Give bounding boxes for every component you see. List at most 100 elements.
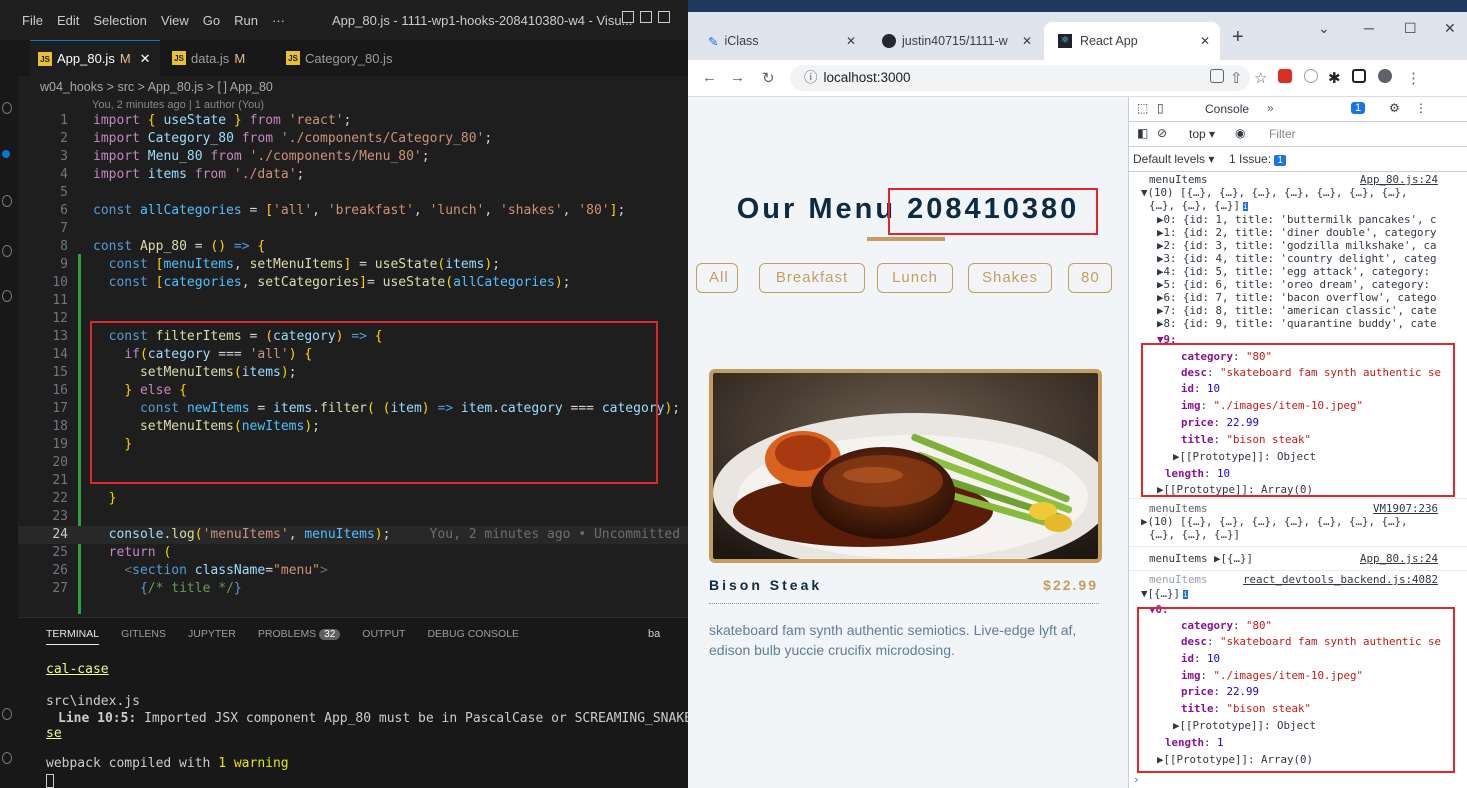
explorer-icon[interactable] bbox=[2, 102, 12, 114]
minimize-icon[interactable]: ─ bbox=[1364, 20, 1374, 36]
live-expression-eye-icon[interactable]: ◉ bbox=[1235, 126, 1245, 140]
chrome-menu-icon[interactable]: ⋮ bbox=[1406, 69, 1421, 87]
extension-circle-icon[interactable] bbox=[1304, 69, 1318, 83]
menu-go[interactable]: Go bbox=[203, 13, 220, 28]
settings-gear-icon[interactable]: ⚙ bbox=[1389, 101, 1400, 115]
filter-all-button[interactable]: All bbox=[696, 263, 738, 293]
tab-problems[interactable]: PROBLEMS 32 bbox=[258, 628, 341, 645]
close-icon[interactable]: ✕ bbox=[1022, 34, 1032, 48]
device-toolbar-icon[interactable]: ▯ bbox=[1157, 101, 1164, 115]
share-icon[interactable]: ⇧ bbox=[1230, 69, 1243, 87]
new-tab-icon[interactable]: + bbox=[1232, 26, 1244, 49]
console-row-1[interactable]: ▶1: {id: 2, title: 'diner double', categ… bbox=[1129, 226, 1467, 239]
console-row-2[interactable]: ▶2: {id: 3, title: 'godzilla milkshake',… bbox=[1129, 239, 1467, 252]
address-bar[interactable]: ⓘ localhost:3000 bbox=[790, 65, 1250, 91]
issues-count-badge[interactable]: 1 bbox=[1351, 102, 1366, 114]
profile-avatar-icon[interactable] bbox=[1378, 69, 1392, 83]
settings-gear-icon[interactable] bbox=[2, 752, 12, 764]
toggle-sidebar-icon[interactable] bbox=[622, 11, 634, 23]
tab-terminal[interactable]: TERMINAL bbox=[46, 628, 100, 645]
menu-view[interactable]: View bbox=[161, 13, 189, 28]
reload-icon[interactable]: ↻ bbox=[762, 69, 775, 87]
tab-app-80[interactable]: JS App_80.js M ✕ bbox=[30, 40, 160, 76]
close-icon[interactable]: ✕ bbox=[846, 34, 856, 48]
account-badge-icon[interactable] bbox=[2, 150, 10, 158]
tab-jupyter[interactable]: JUPYTER bbox=[188, 628, 236, 645]
console-log-entry[interactable]: menuItems App_80.js:24 bbox=[1129, 173, 1467, 186]
side-panel-icon[interactable] bbox=[1352, 69, 1366, 83]
source-link[interactable]: react_devtools_backend.js:4082 bbox=[1243, 573, 1438, 586]
layout-controls bbox=[622, 11, 670, 23]
forward-icon[interactable]: → bbox=[730, 69, 745, 86]
tab-search-icon[interactable]: ⌄ bbox=[1318, 20, 1330, 37]
console-row-5[interactable]: ▶5: {id: 6, title: 'oreo dream', categor… bbox=[1129, 278, 1467, 291]
console-log-entry[interactable]: menuItems react_devtools_backend.js:4082 bbox=[1129, 573, 1467, 586]
console-row-6[interactable]: ▶6: {id: 7, title: 'bacon overflow', cat… bbox=[1129, 291, 1467, 304]
source-link[interactable]: VM1907:236 bbox=[1373, 502, 1438, 515]
codelens-blame[interactable]: You, 2 minutes ago | 1 author (You) bbox=[92, 99, 264, 111]
toggle-secondary-icon[interactable] bbox=[658, 11, 670, 23]
menu-run[interactable]: Run bbox=[234, 13, 258, 28]
console-row-7[interactable]: ▶7: {id: 8, title: 'american classic', c… bbox=[1129, 304, 1467, 317]
sidebar-toggle-icon[interactable]: ◧ bbox=[1137, 126, 1148, 140]
context-selector[interactable]: top ▾ bbox=[1189, 127, 1215, 141]
js-file-icon: JS bbox=[286, 51, 300, 65]
translate-icon[interactable] bbox=[1210, 69, 1224, 83]
console-row-3[interactable]: ▶3: {id: 4, title: 'country delight', ca… bbox=[1129, 252, 1467, 265]
devtools-tab-console[interactable]: Console bbox=[1205, 102, 1249, 116]
breadcrumb[interactable]: w04_hooks > src > App_80.js > [ ] App_80 bbox=[40, 80, 273, 94]
run-debug-icon[interactable] bbox=[2, 195, 12, 207]
inspect-element-icon[interactable]: ⬚ bbox=[1137, 101, 1148, 115]
console-log-entry[interactable]: menuItems ▶[{…}] App_80.js:24 bbox=[1129, 552, 1467, 565]
console-log-entry[interactable]: menuItems VM1907:236 bbox=[1129, 502, 1467, 515]
console-separator bbox=[1129, 546, 1467, 547]
close-window-icon[interactable]: ✕ bbox=[1444, 20, 1456, 37]
filter-breakfast-button[interactable]: Breakfast bbox=[759, 263, 865, 293]
back-icon[interactable]: ← bbox=[702, 69, 717, 86]
devtools-menu-icon[interactable]: ⋮ bbox=[1415, 101, 1427, 115]
console-prompt[interactable]: › bbox=[1129, 773, 1467, 786]
extensions-puzzle-icon[interactable]: ✱ bbox=[1328, 69, 1341, 87]
tab-gitlens[interactable]: GITLENS bbox=[121, 628, 166, 645]
default-levels-dropdown[interactable]: Default levels ▾ bbox=[1133, 152, 1214, 166]
chrome-toolbar: ← → ↻ ⓘ localhost:3000 ⇧ ☆ ✱ ⋮ bbox=[688, 60, 1467, 97]
issues-link[interactable]: 1 Issue: 1 bbox=[1229, 152, 1286, 166]
menu-selection[interactable]: Selection bbox=[93, 13, 146, 28]
remote-icon[interactable] bbox=[2, 290, 12, 302]
chrome-tab-github[interactable]: justin40715/1111-w ✕ bbox=[868, 22, 1042, 60]
filter-shakes-button[interactable]: Shakes bbox=[968, 263, 1052, 293]
chrome-tab-react-app[interactable]: ⚛ React App ✕ bbox=[1044, 22, 1220, 60]
menu-more[interactable]: ··· bbox=[272, 13, 285, 28]
filter-80-button[interactable]: 80 bbox=[1068, 263, 1112, 293]
console-row-8[interactable]: ▶8: {id: 9, title: 'quarantine buddy', c… bbox=[1129, 317, 1467, 330]
source-link[interactable]: App_80.js:24 bbox=[1360, 173, 1438, 186]
close-icon[interactable]: ✕ bbox=[140, 51, 151, 67]
tab-debug-console[interactable]: DEBUG CONSOLE bbox=[427, 628, 519, 645]
menu-edit[interactable]: Edit bbox=[57, 13, 79, 28]
filter-lunch-button[interactable]: Lunch bbox=[877, 263, 953, 293]
terminal-shell-label[interactable]: ba bbox=[648, 628, 660, 640]
site-info-icon[interactable]: ⓘ bbox=[804, 70, 818, 85]
extensions-icon[interactable] bbox=[2, 245, 12, 257]
tab-output[interactable]: OUTPUT bbox=[362, 628, 405, 645]
console-array-summary[interactable]: ▶(10) [{…}, {…}, {…}, {…}, {…}, {…}, {…}… bbox=[1129, 515, 1467, 528]
tab-data-js[interactable]: JS data.js M bbox=[164, 40, 264, 76]
console-filter-input[interactable]: Filter bbox=[1269, 127, 1296, 141]
source-link[interactable]: App_80.js:24 bbox=[1360, 552, 1438, 565]
console-row-0[interactable]: ▶0: {id: 1, title: 'buttermilk pancakes'… bbox=[1129, 213, 1467, 226]
chrome-tab-iclass[interactable]: ✎ iClass ✕ bbox=[694, 22, 866, 60]
bookmark-star-icon[interactable]: ☆ bbox=[1254, 69, 1267, 87]
maximize-icon[interactable]: ☐ bbox=[1404, 20, 1417, 37]
extension-red-icon[interactable] bbox=[1278, 69, 1292, 83]
more-tabs-icon[interactable]: » bbox=[1267, 101, 1274, 115]
accounts-icon[interactable] bbox=[2, 708, 12, 720]
code-line: 23 bbox=[52, 509, 68, 524]
console-row-4[interactable]: ▶4: {id: 5, title: 'egg attack', categor… bbox=[1129, 265, 1467, 278]
menu-file[interactable]: File bbox=[22, 13, 43, 28]
console-array-summary[interactable]: ▼[{…}] i bbox=[1129, 587, 1467, 601]
toggle-panel-icon[interactable] bbox=[640, 11, 652, 23]
tab-category-80[interactable]: JS Category_80.js bbox=[278, 40, 408, 76]
console-array-summary[interactable]: ▼(10) [{…}, {…}, {…}, {…}, {…}, {…}, {…}… bbox=[1129, 186, 1467, 199]
close-icon[interactable]: ✕ bbox=[1200, 34, 1210, 48]
clear-console-icon[interactable]: ⊘ bbox=[1157, 126, 1167, 140]
